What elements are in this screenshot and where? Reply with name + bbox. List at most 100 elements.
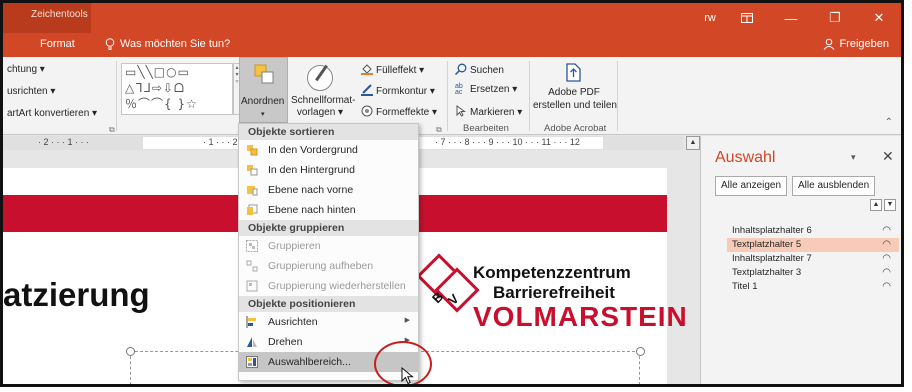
hide-all-button[interactable]: Alle ausblenden — [792, 176, 876, 196]
send-to-back-icon — [247, 165, 258, 176]
group-label-editing: Bearbeiten — [463, 123, 509, 134]
align-icon — [246, 316, 256, 328]
shapes-gallery[interactable]: ▭╲╲□○▭ △ᒣᒧ⇨⇩ᗝ ％⌒⌒{ }☆ — [121, 63, 233, 115]
align-text-button[interactable]: usrichten ▾ — [7, 86, 55, 97]
selection-item-label: Inhaltsplatzhalter 7 — [732, 253, 812, 264]
selection-item[interactable]: Textplatzhalter 3 ◠ — [727, 266, 899, 280]
show-all-button[interactable]: Alle anzeigen — [715, 176, 788, 196]
menu-item-label: Gruppierung wiederherstellen — [268, 280, 406, 292]
menu-align[interactable]: Ausrichten ▶ — [239, 312, 418, 332]
slide-title[interactable]: atzierung — [3, 276, 150, 314]
menu-ungroup[interactable]: Gruppierung aufheben — [239, 256, 418, 276]
collapse-ribbon-icon[interactable]: ⌃ — [885, 117, 893, 128]
lightbulb-icon — [105, 38, 115, 50]
group-separator — [447, 61, 448, 131]
group-separator — [529, 61, 530, 131]
menu-bring-to-front[interactable]: In den Vordergrund — [239, 140, 418, 160]
selection-item[interactable]: Inhaltsplatzhalter 6 ◠ — [727, 224, 899, 238]
rotate-icon — [247, 337, 257, 347]
group-separator — [617, 61, 618, 131]
quick-styles-icon — [307, 65, 333, 91]
replace-button[interactable]: ab ac Ersetzen ▾ — [455, 83, 518, 96]
selection-item-label: Inhaltsplatzhalter 6 — [732, 225, 812, 236]
paint-bucket-icon — [361, 64, 373, 75]
resize-handle[interactable] — [126, 347, 135, 356]
person-icon — [824, 38, 835, 50]
group-label-adobe: Adobe Acrobat — [544, 123, 607, 134]
ungroup-icon — [246, 260, 258, 272]
submenu-arrow-icon: ▶ — [404, 317, 410, 324]
shape-outline-button[interactable]: Formkontur ▾ — [361, 84, 435, 97]
ribbon-display-options-icon[interactable] — [725, 11, 769, 26]
menu-bring-forward[interactable]: Ebene nach vorne — [239, 180, 418, 200]
tell-me-search[interactable]: Was möchten Sie tun? — [105, 38, 230, 50]
eye-icon[interactable]: ◠ — [882, 253, 891, 264]
menu-send-backward[interactable]: Ebene nach hinten — [239, 200, 418, 220]
bring-to-front-icon — [247, 145, 258, 156]
eye-icon[interactable]: ◠ — [882, 225, 891, 236]
logo-text-line-1: Kompetenzzentrum — [473, 263, 631, 282]
create-pdf-button[interactable]: Adobe PDF erstellen und teilen — [533, 61, 617, 111]
user-initials[interactable]: rw — [695, 12, 725, 24]
replace-icon: ab ac — [455, 83, 463, 96]
quick-styles-label-2: vorlagen ▾ — [296, 107, 344, 118]
replace-label: Ersetzen ▾ — [470, 84, 518, 95]
shape-styles-dialog-launcher-icon[interactable]: ⧉ — [436, 125, 442, 135]
logo-letter-b: B — [429, 288, 447, 307]
menu-item-label: Gruppieren — [268, 240, 321, 252]
ruler-labels-mid: · 1 · · · 2 — [203, 137, 238, 147]
selection-item[interactable]: Textplatzhalter 5 ◠ — [727, 238, 899, 252]
shapes-row: △ᒣᒧ⇨⇩ᗝ — [125, 81, 185, 95]
select-label: Markieren ▾ — [470, 107, 523, 118]
selection-item-label: Textplatzhalter 5 — [732, 239, 802, 250]
arrange-button[interactable]: Anordnen ▾ — [239, 57, 288, 123]
menu-item-label: Gruppierung aufheben — [268, 260, 374, 272]
menu-item-label: Ebene nach vorne — [268, 184, 354, 196]
ribbon: chtung ▾ usrichten ▾ artArt konvertieren… — [3, 57, 901, 135]
menu-item-label: In den Vordergrund — [268, 144, 358, 156]
selection-item-label: Titel 1 — [732, 281, 758, 292]
selection-item[interactable]: Titel 1 ◠ — [727, 280, 899, 294]
text-direction-button[interactable]: chtung ▾ — [7, 64, 45, 75]
cursor-select-icon — [456, 105, 467, 117]
selection-pane: Auswahl ▾ ✕ Alle anzeigen Alle ausblende… — [700, 136, 901, 384]
selection-item[interactable]: Inhaltsplatzhalter 7 ◠ — [727, 252, 899, 266]
minimize-button[interactable]: — — [769, 11, 813, 26]
shape-fill-button[interactable]: Fülleffekt ▾ — [361, 63, 424, 76]
create-pdf-label-1: Adobe PDF — [548, 87, 600, 98]
selection-pane-icon — [246, 356, 258, 368]
title-bar: Zeichentools rw — ❐ ✕ — [3, 3, 901, 33]
paragraph-dialog-launcher-icon[interactable]: ⧉ — [109, 125, 115, 135]
restore-button[interactable]: ❐ — [813, 10, 857, 26]
menu-send-to-back[interactable]: In den Hintergrund — [239, 160, 418, 180]
logo-text-line-3: VOLMARSTEIN — [473, 301, 688, 332]
move-up-icon[interactable]: ▲ — [870, 199, 882, 211]
logo-letter-v: V — [444, 291, 462, 308]
find-button[interactable]: Suchen — [455, 63, 504, 76]
menu-heading-sort: Objekte sortieren — [239, 124, 418, 140]
eye-icon[interactable]: ◠ — [882, 281, 891, 292]
shapes-row: ％⌒⌒{ }☆ — [125, 97, 198, 111]
convert-smartart-button[interactable]: artArt konvertieren ▾ — [7, 108, 97, 119]
shape-effects-button[interactable]: Formeffekte ▾ — [361, 105, 437, 118]
menu-heading-group: Objekte gruppieren — [239, 220, 418, 236]
menu-regroup[interactable]: Gruppierung wiederherstellen — [239, 276, 418, 296]
menu-group[interactable]: Gruppieren — [239, 236, 418, 256]
menu-heading-position: Objekte positionieren — [239, 296, 418, 312]
close-button[interactable]: ✕ — [857, 10, 901, 26]
scroll-up-icon[interactable]: ▲ — [686, 136, 700, 150]
eye-icon[interactable]: ◠ — [882, 239, 891, 250]
select-button[interactable]: Markieren ▾ — [455, 105, 522, 118]
chevron-down-icon[interactable]: ▾ — [851, 152, 856, 163]
move-down-icon[interactable]: ▼ — [884, 199, 896, 211]
eye-icon[interactable]: ◠ — [882, 267, 891, 278]
resize-handle[interactable] — [636, 347, 645, 356]
powerpoint-window: Zeichentools rw — ❐ ✕ Format Was möchten… — [0, 0, 904, 387]
shape-effects-icon — [361, 105, 373, 117]
tab-format[interactable]: Format — [28, 33, 87, 57]
window-controls: rw — ❐ ✕ — [695, 3, 901, 33]
quick-styles-button[interactable]: Schnellformat- vorlagen ▾ — [291, 61, 355, 123]
search-icon — [455, 63, 467, 75]
close-icon[interactable]: ✕ — [882, 148, 894, 165]
share-button[interactable]: Freigeben — [823, 38, 889, 50]
